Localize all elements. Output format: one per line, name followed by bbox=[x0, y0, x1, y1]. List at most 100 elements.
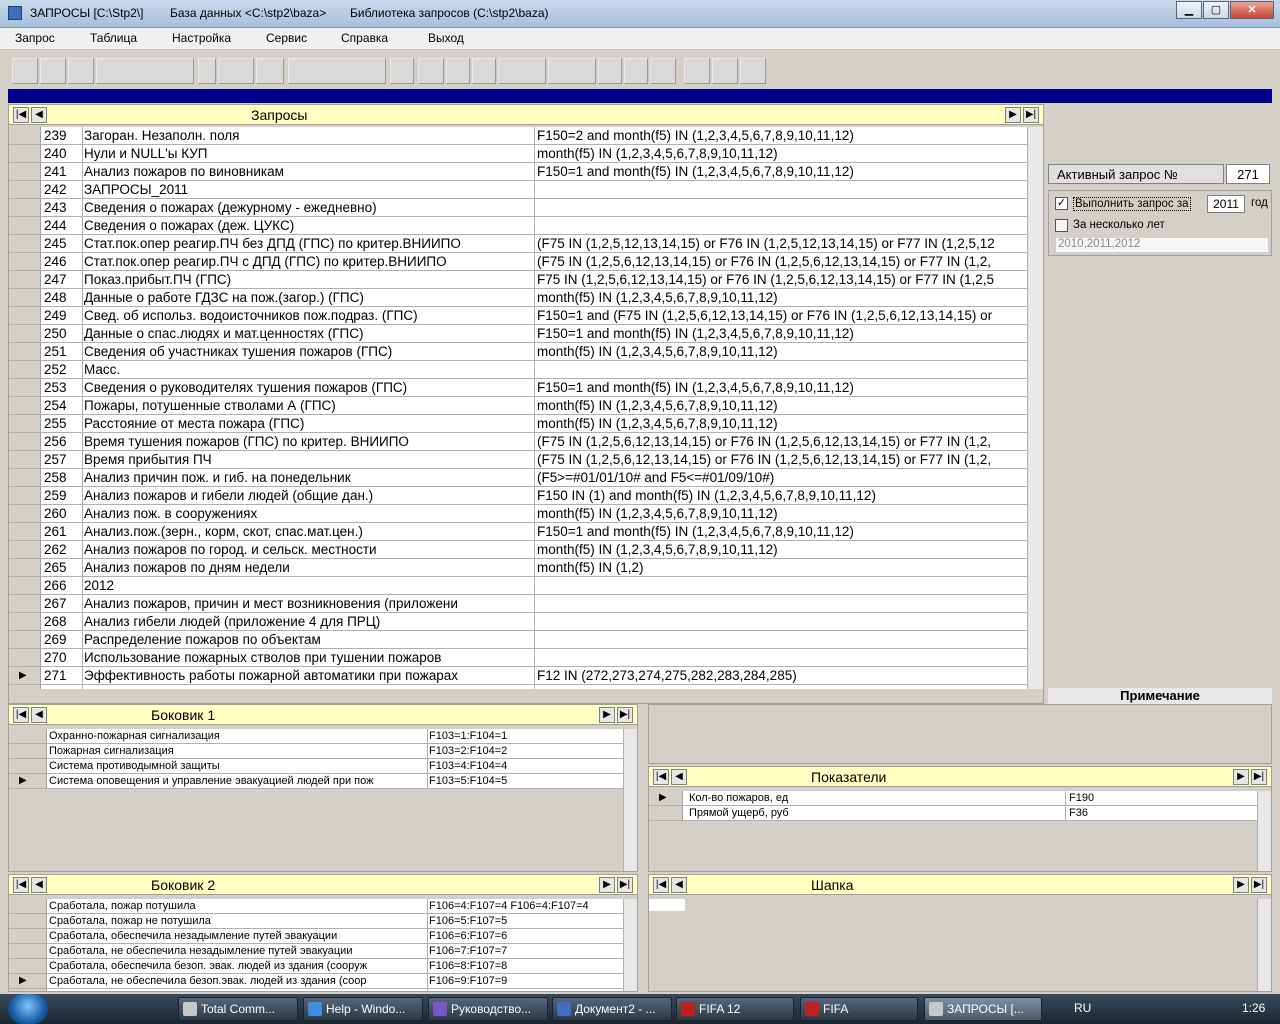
table-row[interactable]: ▶ Система оповещения и управление эвакуац… bbox=[9, 774, 623, 789]
last-record-icon[interactable]: ▶| bbox=[617, 877, 633, 893]
table-row[interactable]: 245 Стат.пок.опер реагир.ПЧ без ДПД (ГПС)… bbox=[9, 235, 1027, 253]
table-row[interactable]: 267 Анализ пожаров, причин и мест возникн… bbox=[9, 595, 1027, 613]
clock[interactable]: 1:26 bbox=[1242, 1001, 1265, 1015]
table-row[interactable]: Система противодымной защиты F103=4:F104=… bbox=[9, 759, 623, 774]
toolbar-button[interactable] bbox=[548, 58, 596, 84]
taskbar-button[interactable]: Руководство... bbox=[428, 997, 548, 1021]
table-row[interactable]: 241 Анализ пожаров по виновникам F150=1 an… bbox=[9, 163, 1027, 181]
shapka-grid[interactable] bbox=[649, 899, 685, 911]
table-row[interactable]: 248 Данные о работе ГДЗС на пож.(загор.) … bbox=[9, 289, 1027, 307]
taskbar-button[interactable]: Help - Windo... bbox=[303, 997, 423, 1021]
first-record-icon[interactable]: |◀ bbox=[13, 707, 29, 723]
prev-record-icon[interactable]: ◀ bbox=[31, 877, 47, 893]
toolbar-button[interactable] bbox=[740, 58, 766, 84]
table-row[interactable]: 243 Сведения о пожарах (дежурному - ежедн… bbox=[9, 199, 1027, 217]
queries-scrollbar[interactable] bbox=[1027, 127, 1043, 689]
toolbar-button[interactable] bbox=[598, 58, 622, 84]
toolbar-button[interactable] bbox=[472, 58, 496, 84]
toolbar-button[interactable] bbox=[198, 58, 216, 84]
toolbar-button[interactable] bbox=[40, 58, 66, 84]
table-row[interactable]: 262 Анализ пожаров по город. и сельск. ме… bbox=[9, 541, 1027, 559]
toolbar-button[interactable] bbox=[256, 58, 284, 84]
table-row[interactable]: Сработала, не обеспечила незадымление пу… bbox=[9, 944, 623, 959]
toolbar-button[interactable] bbox=[288, 58, 386, 84]
taskbar-button[interactable]: Total Comm... bbox=[178, 997, 298, 1021]
table-row[interactable]: 247 Показ.прибыт.ПЧ (ГПС) F75 IN (1,2,5,6,… bbox=[9, 271, 1027, 289]
table-row[interactable]: 260 Анализ пож. в сооружениях month(f5) IN… bbox=[9, 505, 1027, 523]
toolbar-button[interactable] bbox=[68, 58, 94, 84]
next-record-icon[interactable]: ▶ bbox=[1233, 769, 1249, 785]
table-row[interactable]: 257 Время прибытия ПЧ (F75 IN (1,2,5,6,12,… bbox=[9, 451, 1027, 469]
menu-tablitsa[interactable]: Таблица bbox=[90, 31, 137, 45]
last-record-icon[interactable]: ▶| bbox=[1023, 107, 1039, 123]
table-row[interactable]: 259 Анализ пожаров и гибели людей (общие … bbox=[9, 487, 1027, 505]
table-row[interactable]: 240 Нули и NULL'ы КУП month(f5) IN (1,2,3,… bbox=[9, 145, 1027, 163]
table-row[interactable]: ▶ 271 Эффективность работы пожарной автома… bbox=[9, 667, 1027, 685]
table-row[interactable]: 249 Свед. об использ. водоисточников пож.… bbox=[9, 307, 1027, 325]
table-row[interactable]: ▶ Кол-во пожаров, ед F190 bbox=[649, 791, 1257, 806]
table-row[interactable]: 244 Сведения о пожарах (деж. ЦУКС) bbox=[9, 217, 1027, 235]
multi-year-checkbox[interactable] bbox=[1055, 219, 1068, 232]
bokovik1-grid[interactable]: Охранно-пожарная сигнализация F103=1:F104… bbox=[9, 729, 623, 789]
table-row[interactable]: Сработала, обеспечила незадымление путей… bbox=[9, 929, 623, 944]
next-record-icon[interactable]: ▶ bbox=[1005, 107, 1021, 123]
last-record-icon[interactable]: ▶| bbox=[1251, 877, 1267, 893]
toolbar-button[interactable] bbox=[624, 58, 648, 84]
table-row[interactable]: 255 Расстояние от места пожара (ГПС) month… bbox=[9, 415, 1027, 433]
shapka-scrollbar[interactable] bbox=[1257, 899, 1271, 991]
menu-zapros[interactable]: Запрос bbox=[15, 31, 55, 45]
table-row[interactable]: Сработала, пожар потушила F106=4:F107=4 F… bbox=[9, 899, 623, 914]
table-row[interactable]: 250 Данные о спас.людях и мат.ценностях (… bbox=[9, 325, 1027, 343]
table-row[interactable]: 261 Анализ.пож.(зерн., корм, скот, спас.м… bbox=[9, 523, 1027, 541]
table-row[interactable]: Сработала, обеспечила безоп. эвак. людей… bbox=[9, 959, 623, 974]
table-row[interactable]: 251 Сведения об участниках тушения пожаро… bbox=[9, 343, 1027, 361]
toolbar-button[interactable] bbox=[650, 58, 676, 84]
pokazateli-grid[interactable]: ▶ Кол-во пожаров, ед F190 Прямой ущерб, руб… bbox=[649, 791, 1257, 821]
taskbar-button[interactable]: ЗАПРОСЫ [... bbox=[924, 997, 1042, 1021]
table-row[interactable]: 256 Время тушения пожаров (ГПС) по критер… bbox=[9, 433, 1027, 451]
table-row[interactable]: 252 Масс. bbox=[9, 361, 1027, 379]
close-button[interactable]: ✕ bbox=[1230, 1, 1274, 19]
maximize-button[interactable]: ▢ bbox=[1203, 1, 1229, 19]
language-indicator[interactable]: RU bbox=[1074, 1001, 1091, 1015]
next-record-icon[interactable]: ▶ bbox=[599, 877, 615, 893]
table-row[interactable]: Прямой ущерб, руб F36 bbox=[649, 806, 1257, 821]
taskbar-button[interactable]: Документ2 - ... bbox=[552, 997, 672, 1021]
table-row[interactable]: 266 2012 bbox=[9, 577, 1027, 595]
toolbar-button[interactable] bbox=[218, 58, 254, 84]
toolbar-button[interactable] bbox=[418, 58, 444, 84]
first-record-icon[interactable]: |◀ bbox=[13, 107, 29, 123]
last-record-icon[interactable]: ▶| bbox=[617, 707, 633, 723]
table-row[interactable]: Пожарная сигнализация F103=2:F104=2 bbox=[9, 744, 623, 759]
pokazateli-scrollbar[interactable] bbox=[1257, 791, 1271, 871]
prev-record-icon[interactable]: ◀ bbox=[671, 877, 687, 893]
menu-nastroika[interactable]: Настройка bbox=[172, 31, 231, 45]
table-row[interactable]: 254 Пожары, потушенные стволами А (ГПС) mo… bbox=[9, 397, 1027, 415]
table-row[interactable]: 265 Анализ пожаров по дням недели month(f5… bbox=[9, 559, 1027, 577]
table-row[interactable]: 269 Распределение пожаров по объектам bbox=[9, 631, 1027, 649]
table-row[interactable]: 270 Использование пожарных стволов при ту… bbox=[9, 649, 1027, 667]
table-row[interactable]: 246 Стат.пок.опер реагир.ПЧ с ДПД (ГПС) п… bbox=[9, 253, 1027, 271]
prev-record-icon[interactable]: ◀ bbox=[31, 107, 47, 123]
first-record-icon[interactable]: |◀ bbox=[13, 877, 29, 893]
first-record-icon[interactable]: |◀ bbox=[653, 769, 669, 785]
toolbar-button[interactable] bbox=[446, 58, 470, 84]
start-button[interactable] bbox=[8, 994, 48, 1024]
next-record-icon[interactable]: ▶ bbox=[1233, 877, 1249, 893]
toolbar-button[interactable] bbox=[96, 58, 194, 84]
prev-record-icon[interactable]: ◀ bbox=[31, 707, 47, 723]
queries-grid[interactable]: 239 Загоран. Незаполн. поля F150=2 and mon… bbox=[9, 127, 1027, 689]
bokovik1-scrollbar[interactable] bbox=[623, 729, 637, 871]
next-record-icon[interactable]: ▶ bbox=[599, 707, 615, 723]
bokovik2-scrollbar[interactable] bbox=[623, 899, 637, 991]
toolbar-button[interactable] bbox=[712, 58, 738, 84]
taskbar-button[interactable]: FIFA bbox=[800, 997, 918, 1021]
menu-servis[interactable]: Сервис bbox=[266, 31, 307, 45]
prev-record-icon[interactable]: ◀ bbox=[671, 769, 687, 785]
last-record-icon[interactable]: ▶| bbox=[1251, 769, 1267, 785]
table-row[interactable]: 239 Загоран. Незаполн. поля F150=2 and mon… bbox=[9, 127, 1027, 145]
run-year-checkbox[interactable]: ✓ bbox=[1055, 197, 1068, 210]
table-row[interactable]: Охранно-пожарная сигнализация F103=1:F104… bbox=[9, 729, 623, 744]
bokovik2-grid[interactable]: Сработала, пожар потушила F106=4:F107=4 F… bbox=[9, 899, 623, 991]
first-record-icon[interactable]: |◀ bbox=[653, 877, 669, 893]
